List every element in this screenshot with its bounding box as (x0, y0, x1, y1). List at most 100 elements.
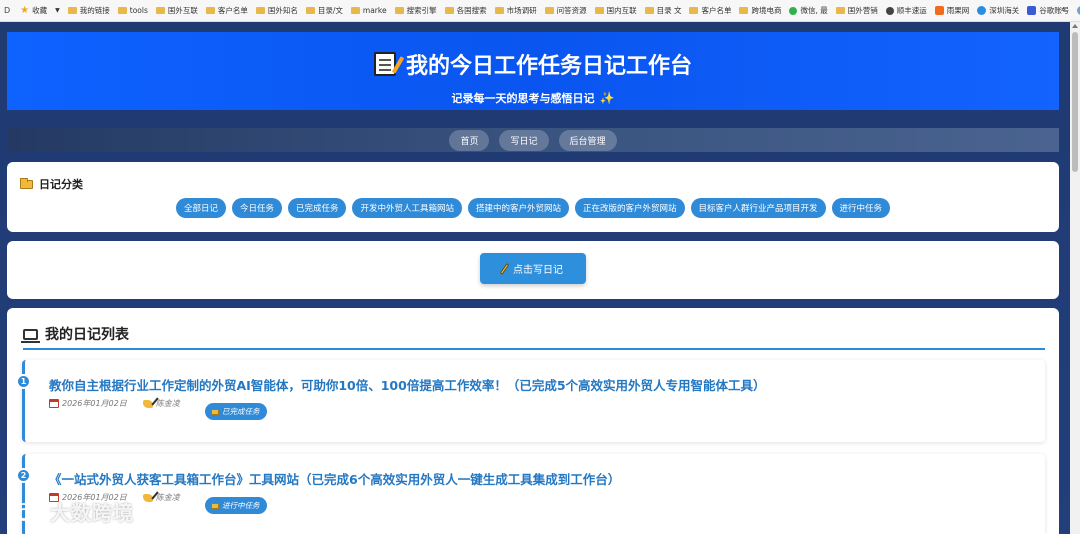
pencil-icon (499, 262, 510, 275)
entry-author: 陈金凌 (155, 399, 180, 408)
bookmark-item[interactable]: 国外营销 (835, 5, 878, 16)
bookmark-item[interactable]: 客户名单 (205, 5, 248, 16)
write-card: 点击写日记 (7, 241, 1059, 299)
category-list: 全部日记 今日任务 已完成任务 开发中外贸人工具箱网站 搭建中的客户外贸网站 正… (7, 198, 1059, 218)
folder-icon (644, 7, 654, 14)
bookmark-label: 跨境电商 (751, 6, 782, 15)
entry-meta: 2026年01月02日 陈金凌 (49, 398, 180, 409)
bookmark-label: 收藏 (32, 6, 48, 15)
folder-icon (117, 7, 127, 14)
bookmark-label: 市场调研 (506, 6, 537, 15)
folder-icon (305, 7, 315, 14)
more-bookmarks-button[interactable]: » (1060, 5, 1066, 15)
category-card: 日记分类 全部日记 今日任务 已完成任务 开发中外贸人工具箱网站 搭建中的客户外… (7, 162, 1059, 232)
write-diary-button[interactable]: 点击写日记 (480, 253, 586, 284)
bookmark-item[interactable]: 跨境电商 (739, 5, 781, 16)
chevron-down-icon[interactable]: ▼ (55, 7, 60, 14)
bookmark-label: tools (129, 6, 148, 15)
bookmark-item[interactable]: 我的链接 (67, 5, 110, 16)
bookmark-item[interactable]: 国内互联 (594, 5, 637, 16)
folder-icon (394, 7, 404, 14)
bookmark-item[interactable]: marke (350, 6, 387, 15)
bookmark-item[interactable]: ★ 收藏 ▼ (20, 5, 60, 16)
entry-number: 1 (16, 374, 31, 389)
title-divider (23, 348, 1045, 350)
category-in-progress[interactable]: 进行中任务 (831, 198, 891, 218)
google-account-icon (1027, 6, 1037, 15)
category-today[interactable]: 今日任务 (231, 198, 282, 218)
bookmark-label: 目录/文 (317, 6, 343, 15)
bookmark-item[interactable]: 市场调研 (494, 5, 537, 16)
folder-icon (594, 7, 604, 14)
bookmark-item[interactable]: 国外知名 (255, 5, 298, 16)
bookmark-item[interactable]: 雨果网 (934, 5, 970, 16)
bookmark-label: marke (362, 6, 387, 15)
scroll-up-arrow-icon[interactable] (1072, 24, 1078, 28)
category-completed[interactable]: 已完成任务 (287, 198, 347, 218)
category-target-customers[interactable]: 目标客户人群行业产品项目开发 (690, 198, 826, 218)
write-diary-label: 点击写日记 (513, 265, 563, 276)
bookmarks-bar: D ★ 收藏 ▼ 我的链接 tools 国外互联 客户名单 国外知名 目录/文 marke 搜索引擎… (0, 0, 1080, 22)
folder-icon (350, 7, 360, 14)
category-toolbox-site[interactable]: 开发中外贸人工具箱网站 (352, 198, 462, 218)
nav-admin[interactable]: 后台管理 (558, 129, 617, 151)
watermark-text: 大数跨境 (50, 501, 134, 525)
bookmark-label: 目录 文 (656, 6, 682, 15)
bookmark-label: 国内互联 (606, 6, 637, 15)
bookmark-item[interactable]: 微信, 最 (789, 5, 828, 16)
bookmark-item[interactable]: 各国搜索 (444, 5, 487, 16)
watermark-logo-icon (8, 502, 42, 521)
entry-title[interactable]: 《一站式外贸人获客工具箱工作台》工具网站（已完成6个高效实用外贸人一键生成工具集… (49, 469, 620, 488)
page-scrollbar[interactable] (1070, 22, 1080, 534)
bookmark-item[interactable]: tools (117, 6, 148, 15)
folder-icon (689, 7, 699, 14)
bookmark-item[interactable]: 客户名单 (689, 5, 731, 16)
diary-list-card: 我的日记列表 1 教你自主根据行业工作定制的外贸AI智能体，可助你10倍、100… (7, 308, 1059, 534)
laptop-icon (21, 328, 40, 343)
calendar-icon (49, 399, 59, 408)
entry-category-tag[interactable]: 进行中任务 (205, 497, 267, 514)
folder-icon (205, 7, 215, 14)
bookmark-item[interactable]: 国外互联 (155, 5, 198, 16)
category-all[interactable]: 全部日记 (175, 198, 226, 218)
bookmark-label: 搜索引擎 (406, 6, 437, 15)
diary-entry[interactable]: 1 教你自主根据行业工作定制的外贸AI智能体，可助你10倍、100倍提高工作效率… (16, 360, 1045, 442)
bookmark-label: 国外互联 (167, 6, 198, 15)
folder-icon (155, 7, 165, 14)
folder-icon (544, 7, 554, 14)
entry-title[interactable]: 教你自主根据行业工作定制的外贸AI智能体，可助你10倍、100倍提高工作效率！（… (49, 375, 766, 394)
category-client-site-building[interactable]: 搭建中的客户外贸网站 (468, 198, 570, 218)
entry-category-tag[interactable]: 已完成任务 (205, 403, 267, 420)
site-title: 我的今日工作任务日记工作台 (405, 54, 692, 79)
bookmark-item[interactable]: 顺丰速运 (885, 5, 927, 16)
sparkles-icon: ✨ (599, 91, 615, 105)
bookmark-label: 微信, 最 (800, 6, 828, 15)
scroll-thumb[interactable] (1072, 32, 1078, 172)
bookmark-item[interactable]: 搜索引擎 (394, 5, 437, 16)
writing-hand-icon (142, 399, 153, 408)
entry-author: 陈金凌 (155, 493, 180, 502)
folder-icon (255, 7, 265, 14)
entry-category-label: 进行中任务 (222, 501, 260, 510)
entry-date: 2026年01月02日 (62, 399, 127, 408)
folder-icon (67, 7, 77, 14)
wechat-icon (789, 6, 798, 15)
nav-home[interactable]: 首页 (449, 129, 490, 151)
diary-list-title: 我的日记列表 (45, 327, 129, 343)
page-content: 我的今日工作任务日记工作台 记录每一天的思考与感悟日记 ✨ 首页 写日记 后台管… (0, 22, 1070, 534)
bookmark-item[interactable]: 深圳海关 (977, 5, 1019, 16)
bookmark-item[interactable]: 问答资源 (544, 5, 587, 16)
nav-write-diary[interactable]: 写日记 (499, 129, 549, 151)
site-header: 我的今日工作任务日记工作台 记录每一天的思考与感悟日记 ✨ (7, 32, 1059, 110)
bookmark-label: 国外营销 (847, 6, 878, 15)
diary-entry[interactable]: 2 《一站式外贸人获客工具箱工作台》工具网站（已完成6个高效实用外贸人一键生成工… (16, 454, 1045, 534)
bookmark-item[interactable]: 目录/文 (305, 5, 343, 16)
folder-icon (211, 502, 219, 509)
bookmark-label: 雨果网 (946, 6, 970, 15)
sidebar-toggle-button[interactable]: D (4, 6, 10, 15)
category-client-site-redesign[interactable]: 正在改版的客户外贸网站 (575, 198, 685, 218)
category-title: 日记分类 (39, 178, 83, 191)
main-nav: 首页 写日记 后台管理 (7, 128, 1059, 152)
bookmark-item[interactable]: 目录 文 (644, 5, 682, 16)
bookmark-list: ★ 收藏 ▼ 我的链接 tools 国外互联 客户名单 国外知名 目录/文 marke 搜索引擎 各国… (20, 5, 1080, 16)
